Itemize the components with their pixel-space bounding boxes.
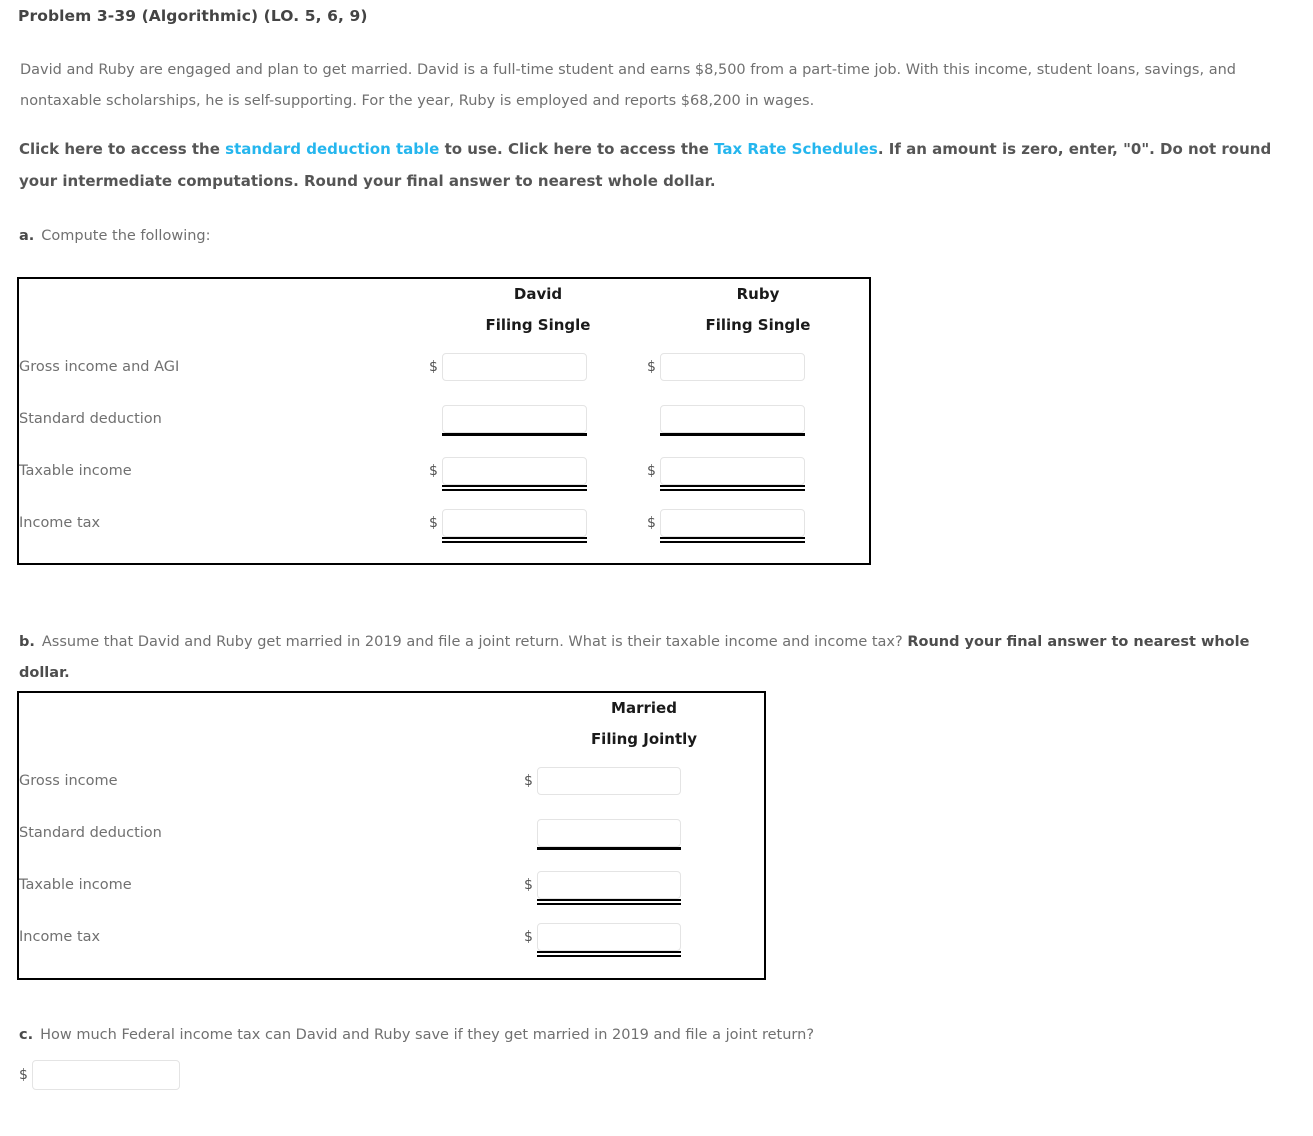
page-title: Problem 3-39 (Algorithmic) (LO. 5, 6, 9) <box>18 7 368 25</box>
input-ruby-taxable-income[interactable] <box>660 457 805 485</box>
table-row: Standard deduction $ $ <box>19 393 869 445</box>
field-wrap <box>442 509 587 543</box>
row-label-standard-deduction: Standard deduction <box>19 825 162 841</box>
input-david-income-tax[interactable] <box>442 509 587 537</box>
part-a-text: Compute the following: <box>41 228 211 244</box>
dollar-sign: $ <box>19 1067 28 1083</box>
input-married-gross-income[interactable] <box>537 767 681 795</box>
column-header-ruby-name: Ruby <box>736 285 780 303</box>
part-c-answer-row: $ <box>19 1060 180 1090</box>
table-row: Taxable income $ <box>19 859 764 911</box>
part-c-text: How much Federal income tax can David an… <box>40 1027 815 1043</box>
row-label-income-tax: Income tax <box>19 515 101 531</box>
field-wrap <box>660 509 805 543</box>
dollar-sign: $ <box>524 773 533 789</box>
problem-page: Problem 3-39 (Algorithmic) (LO. 5, 6, 9)… <box>0 0 1313 1136</box>
part-b-prompt: b. Assume that David and Ruby get married… <box>19 627 1284 689</box>
field-wrap <box>537 871 681 905</box>
cell-ruby-gross-income-agi: $ <box>647 341 869 393</box>
field-wrap <box>660 353 805 381</box>
dollar-sign: $ <box>524 929 533 945</box>
input-married-standard-deduction[interactable] <box>537 819 681 847</box>
row-label-taxable-income: Taxable income <box>19 463 132 479</box>
header-spacer <box>19 693 524 755</box>
cell-david-income-tax: $ <box>429 497 647 549</box>
dollar-sign: $ <box>429 463 438 479</box>
row-label-income-tax: Income tax <box>19 929 101 945</box>
input-married-taxable-income[interactable] <box>537 871 681 899</box>
input-part-c-tax-savings[interactable] <box>32 1060 180 1090</box>
table-row: Income tax $ <box>19 911 764 963</box>
table-row: Taxable income $ $ <box>19 445 869 497</box>
dollar-sign: $ <box>647 515 656 531</box>
column-header-married: Married Filing Jointly <box>524 693 764 755</box>
part-a-table: David Filing Single Ruby Filing Single G… <box>19 279 869 549</box>
cell-ruby-income-tax: $ <box>647 497 869 549</box>
field-wrap <box>32 1060 180 1090</box>
input-david-standard-deduction[interactable] <box>442 405 587 433</box>
column-header-david: David Filing Single <box>429 279 647 341</box>
input-david-gross-income-agi[interactable] <box>442 353 587 381</box>
part-b-table: Married Filing Jointly Gross income $ St… <box>19 693 764 963</box>
field-wrap <box>537 767 681 795</box>
part-c-prompt: c. How much Federal income tax can David … <box>19 1027 814 1043</box>
field-wrap <box>537 819 681 850</box>
input-david-taxable-income[interactable] <box>442 457 587 485</box>
cell-david-standard-deduction: $ <box>429 393 647 445</box>
table-row: Gross income $ <box>19 755 764 807</box>
field-wrap <box>660 405 805 436</box>
problem-intro-text: David and Ruby are engaged and plan to g… <box>20 62 1236 109</box>
column-header-david-filing-status: Filing Single <box>485 316 591 334</box>
cell-ruby-standard-deduction: $ <box>647 393 869 445</box>
dollar-sign: $ <box>524 877 533 893</box>
cell-david-gross-income-agi: $ <box>429 341 647 393</box>
part-b-answer-table: Married Filing Jointly Gross income $ St… <box>17 691 766 980</box>
standard-deduction-table-link[interactable]: standard deduction table <box>225 140 439 158</box>
part-a-label: a. <box>19 228 35 244</box>
part-c-label: c. <box>19 1027 34 1043</box>
dollar-sign: $ <box>647 359 656 375</box>
input-ruby-gross-income-agi[interactable] <box>660 353 805 381</box>
column-header-ruby-filing-status: Filing Single <box>705 316 811 334</box>
part-b-label: b. <box>19 634 35 650</box>
input-ruby-standard-deduction[interactable] <box>660 405 805 433</box>
dollar-sign: $ <box>429 515 438 531</box>
field-wrap <box>537 923 681 957</box>
table-row: Gross income and AGI $ $ <box>19 341 869 393</box>
field-wrap <box>442 457 587 491</box>
instructions-lead: Click here to access the <box>19 140 226 158</box>
cell-married-income-tax: $ <box>524 911 764 963</box>
row-label-standard-deduction: Standard deduction <box>19 411 162 427</box>
row-label-gross-income: Gross income <box>19 773 118 789</box>
row-label-gross-income-agi: Gross income and AGI <box>19 359 180 375</box>
table-row: Standard deduction $ <box>19 807 764 859</box>
header-spacer <box>19 279 429 341</box>
cell-married-standard-deduction: $ <box>524 807 764 859</box>
instructions-paragraph: Click here to access the standard deduct… <box>19 133 1289 197</box>
tax-rate-schedules-link[interactable]: Tax Rate Schedules <box>714 140 878 158</box>
table-row: Income tax $ $ <box>19 497 869 549</box>
cell-ruby-taxable-income: $ <box>647 445 869 497</box>
field-wrap <box>442 353 587 381</box>
cell-married-taxable-income: $ <box>524 859 764 911</box>
column-header-married-name: Married <box>611 699 677 717</box>
column-header-ruby: Ruby Filing Single <box>647 279 869 341</box>
row-label-taxable-income: Taxable income <box>19 877 132 893</box>
input-married-income-tax[interactable] <box>537 923 681 951</box>
table-header-row: David Filing Single Ruby Filing Single <box>19 279 869 341</box>
part-a-prompt: a. Compute the following: <box>19 228 211 244</box>
column-header-david-name: David <box>513 285 563 303</box>
cell-married-gross-income: $ <box>524 755 764 807</box>
cell-david-taxable-income: $ <box>429 445 647 497</box>
instructions-middle: to use. Click here to access the <box>439 140 715 158</box>
field-wrap <box>660 457 805 491</box>
field-wrap <box>442 405 587 436</box>
table-header-row: Married Filing Jointly <box>19 693 764 755</box>
input-ruby-income-tax[interactable] <box>660 509 805 537</box>
column-header-married-filing-status: Filing Jointly <box>590 730 698 748</box>
part-a-answer-table: David Filing Single Ruby Filing Single G… <box>17 277 871 565</box>
dollar-sign: $ <box>647 463 656 479</box>
dollar-sign: $ <box>429 359 438 375</box>
part-b-text: Assume that David and Ruby get married i… <box>41 634 908 650</box>
